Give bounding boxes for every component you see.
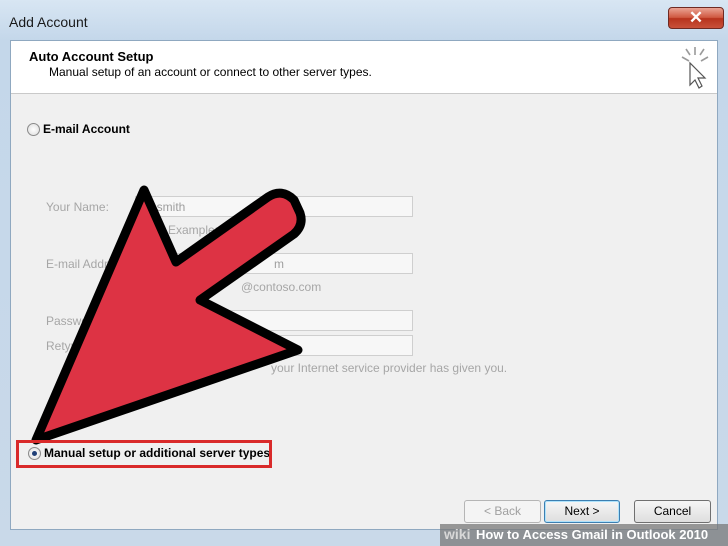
manual-setup-highlight xyxy=(16,440,272,468)
add-account-dialog: Add Account ✕ Auto Account Setup Manual … xyxy=(0,0,728,546)
wikihow-banner: wiki How to Access Gmail in Outlook 2010 xyxy=(440,524,728,546)
banner-caption: How to Access Gmail in Outlook 2010 xyxy=(476,527,709,542)
wiki-logo: wiki xyxy=(444,526,471,542)
